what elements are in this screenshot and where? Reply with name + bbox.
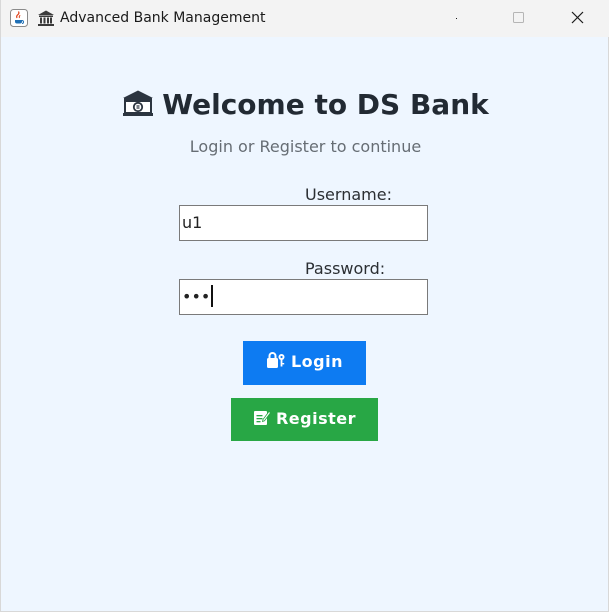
password-input[interactable]: •••: [179, 279, 428, 315]
page-title: Welcome to DS Bank: [1, 88, 609, 124]
password-label: Password:: [305, 259, 386, 278]
register-button-label: Register: [275, 409, 357, 428]
window-title: Advanced Bank Management: [60, 10, 266, 26]
minimize-icon: [456, 18, 457, 19]
close-button[interactable]: [554, 0, 600, 37]
register-button[interactable]: Register: [231, 398, 378, 441]
maximize-icon: [513, 12, 524, 23]
login-button[interactable]: Login: [243, 341, 366, 385]
app-window: Advanced Bank Management Welcome to DS B…: [0, 0, 609, 612]
java-coffee-cup-icon[interactable]: [10, 9, 28, 27]
username-input[interactable]: u1: [179, 205, 428, 241]
lock-key-icon: [266, 343, 286, 385]
login-button-label: Login: [290, 352, 343, 371]
bank-building-icon: [37, 9, 55, 27]
username-value: u1: [182, 213, 203, 232]
memo-pencil-icon: [253, 400, 272, 442]
close-icon: [571, 11, 584, 24]
maximize-button[interactable]: [496, 0, 542, 37]
username-label: Username:: [305, 185, 392, 204]
password-masked-value: •••: [182, 287, 211, 306]
text-caret: [211, 285, 214, 307]
page-subtitle: Login or Register to continue: [189, 137, 422, 156]
page-title-text: Welcome to DS Bank: [162, 88, 489, 121]
minimize-button[interactable]: [411, 0, 457, 37]
bank-building-icon: [122, 89, 154, 124]
title-bar[interactable]: Advanced Bank Management: [1, 0, 609, 37]
